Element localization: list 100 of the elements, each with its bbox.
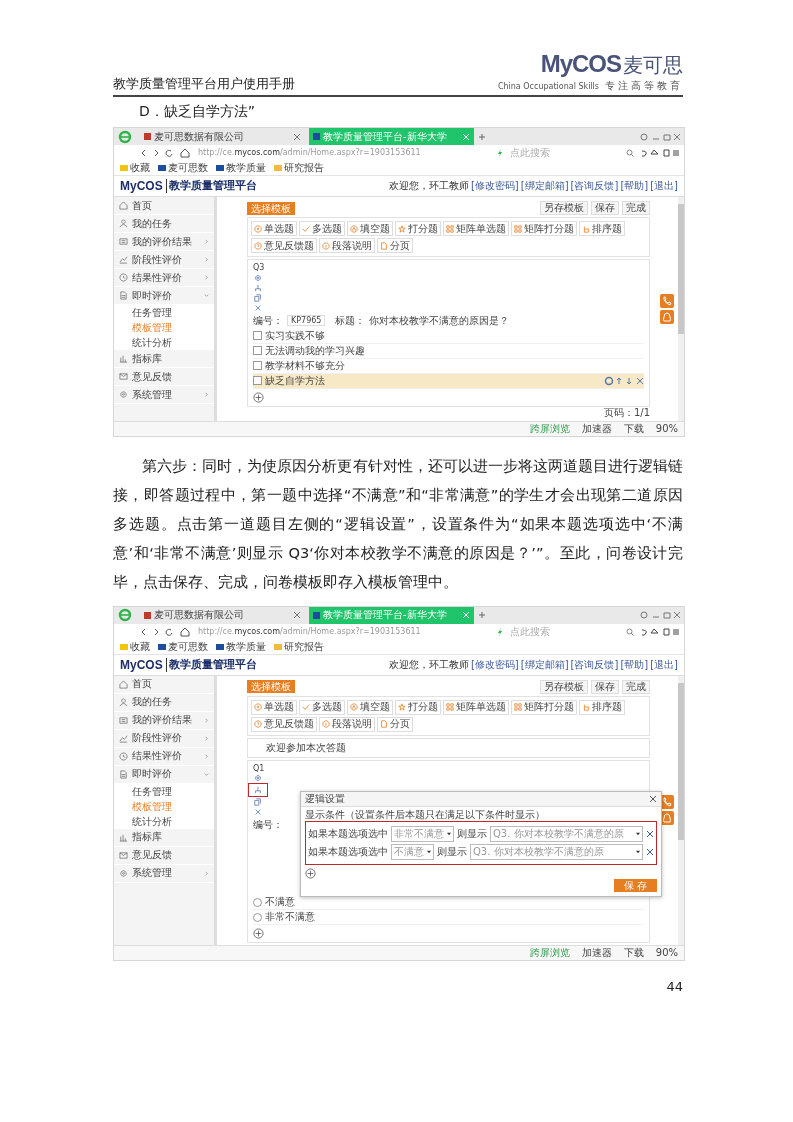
search-icon[interactable] [626, 627, 634, 636]
copy-icon[interactable] [254, 293, 262, 302]
status-item[interactable]: 下载 [623, 422, 644, 435]
plus-icon[interactable] [478, 132, 486, 141]
question-type-button[interactable]: 矩阵单选题 [443, 221, 509, 236]
copy-icon[interactable] [254, 798, 262, 807]
question-title[interactable]: 你对本校教学不满意的原因是？ [369, 314, 510, 327]
close-icon[interactable] [649, 794, 657, 803]
close-icon[interactable] [293, 132, 301, 141]
sidebar-item[interactable]: 系统管理 [114, 864, 214, 883]
question-type-button[interactable]: 排序题 [579, 699, 625, 715]
sidebar-item[interactable]: 即时评价 [114, 765, 214, 784]
sidebar-item[interactable]: 我的评价结果 [114, 711, 214, 730]
sidebar-item[interactable]: 我的任务 [114, 215, 214, 233]
question-type-button[interactable]: 矩阵打分题 [511, 221, 577, 236]
status-item[interactable]: 加速器 [581, 947, 612, 960]
option-tools-icon[interactable] [604, 375, 644, 386]
sidebar-item[interactable]: 我的任务 [114, 693, 214, 712]
checkbox[interactable] [253, 376, 262, 386]
header-link[interactable]: [修改密码] [470, 180, 519, 192]
status-item[interactable]: 下载 [623, 947, 644, 960]
browser-tab[interactable]: 麦可思数据有限公司 [140, 128, 305, 145]
address-bar[interactable]: http://ce.mycos.com/admin/Home.aspx?r=1903153611 [198, 626, 490, 637]
sidebar-item[interactable]: 系统管理 [114, 386, 214, 404]
lightning-icon[interactable] [496, 627, 504, 636]
header-link[interactable]: [绑定邮箱] [520, 180, 569, 192]
header-link[interactable]: [退出] [650, 180, 678, 192]
code-field[interactable]: KP7965 [287, 314, 326, 327]
sidebar-item[interactable]: 结果性评价 [114, 747, 214, 766]
sidebar-item[interactable]: 我的评价结果 [114, 233, 214, 251]
phone-icon[interactable] [660, 293, 674, 308]
add-icon[interactable] [253, 391, 264, 403]
question-type-button[interactable]: 打分题 [395, 699, 441, 715]
add-icon[interactable] [253, 928, 264, 940]
header-link[interactable]: [退出] [650, 658, 678, 671]
bookmark-item[interactable]: 研究报告 [274, 162, 324, 174]
bookmark-item[interactable]: 教学质量 [216, 162, 266, 174]
sidebar-item[interactable]: 意见反馈 [114, 368, 214, 386]
sidebar-subitem[interactable]: 统计分析 [114, 335, 214, 350]
remove-icon[interactable] [646, 847, 654, 856]
question-type-button[interactable]: 多选题 [299, 221, 345, 236]
sidebar-item[interactable]: 首页 [114, 197, 214, 215]
gear-icon[interactable] [254, 273, 262, 282]
close-icon[interactable] [254, 303, 262, 312]
header-link[interactable]: [咨询反馈] [570, 658, 619, 671]
question-type-button[interactable]: 矩阵单选题 [443, 699, 509, 715]
action-button[interactable]: 保存 [591, 679, 619, 694]
checkbox[interactable] [253, 361, 262, 371]
question-type-button[interactable]: 打分题 [395, 221, 441, 236]
bookmark-item[interactable]: 收藏 [120, 162, 150, 174]
plus-icon[interactable] [478, 611, 486, 620]
logic-icon[interactable] [254, 283, 262, 292]
checkbox[interactable] [253, 331, 262, 341]
bookmark-item[interactable]: 收藏 [120, 640, 150, 653]
header-link[interactable]: [帮助] [620, 180, 649, 192]
bookmark-item[interactable]: 研究报告 [274, 640, 324, 653]
question-type-button[interactable]: 意见反馈题 [251, 716, 317, 732]
navigation-icons[interactable] [140, 148, 192, 158]
toolbar-icons[interactable] [640, 627, 680, 636]
question-type-button[interactable]: 意见反馈题 [251, 238, 317, 253]
bookmark-item[interactable]: 麦可思数 [158, 162, 208, 174]
window-controls-icon[interactable] [640, 132, 680, 141]
question-type-button[interactable]: 分页 [377, 716, 413, 732]
status-item[interactable]: 加速器 [581, 422, 612, 435]
remove-icon[interactable] [646, 829, 654, 838]
question-type-button[interactable]: 分页 [377, 238, 413, 253]
sidebar-item[interactable]: 指标库 [114, 350, 214, 368]
action-button[interactable]: 另存模板 [540, 201, 588, 215]
checkbox[interactable] [253, 346, 262, 356]
sidebar-item[interactable]: 阶段性评价 [114, 729, 214, 748]
question-type-button[interactable]: 多选题 [299, 699, 345, 715]
sidebar-item[interactable]: 结果性评价 [114, 269, 214, 287]
browser-tab[interactable]: 麦可思数据有限公司 [140, 606, 305, 624]
scrollbar[interactable] [678, 675, 684, 946]
bookmark-item[interactable]: 麦可思数 [158, 640, 208, 653]
sidebar-item[interactable]: 阶段性评价 [114, 251, 214, 269]
header-link[interactable]: [咨询反馈] [570, 180, 619, 192]
question-type-button[interactable]: 段落说明 [319, 238, 375, 253]
logic-icon[interactable] [254, 786, 262, 795]
header-link[interactable]: [帮助] [620, 658, 649, 671]
question-type-button[interactable]: 单选题 [251, 699, 297, 715]
sidebar-item[interactable]: 意见反馈 [114, 846, 214, 865]
header-link[interactable]: [绑定邮箱] [520, 658, 569, 671]
gear-icon[interactable] [254, 774, 262, 783]
question-type-button[interactable]: 段落说明 [319, 716, 375, 732]
action-button[interactable]: 完成 [622, 679, 650, 694]
question-type-button[interactable]: 排序题 [579, 221, 625, 236]
question-type-button[interactable]: 填空题 [347, 221, 393, 236]
navigation-icons[interactable] [140, 626, 192, 637]
chat-icon[interactable] [660, 309, 674, 324]
close-icon[interactable] [293, 611, 301, 620]
header-link[interactable]: [修改密码] [470, 658, 519, 671]
sidebar-subitem[interactable]: 任务管理 [114, 305, 214, 320]
status-item[interactable]: 90% [655, 947, 678, 960]
search-icon[interactable] [626, 149, 634, 157]
status-item[interactable]: 90% [655, 422, 678, 435]
question-type-button[interactable]: 单选题 [251, 221, 297, 236]
sidebar-item[interactable]: 首页 [114, 675, 214, 694]
toolbar-icons[interactable] [640, 149, 680, 157]
close-icon[interactable] [254, 808, 262, 817]
